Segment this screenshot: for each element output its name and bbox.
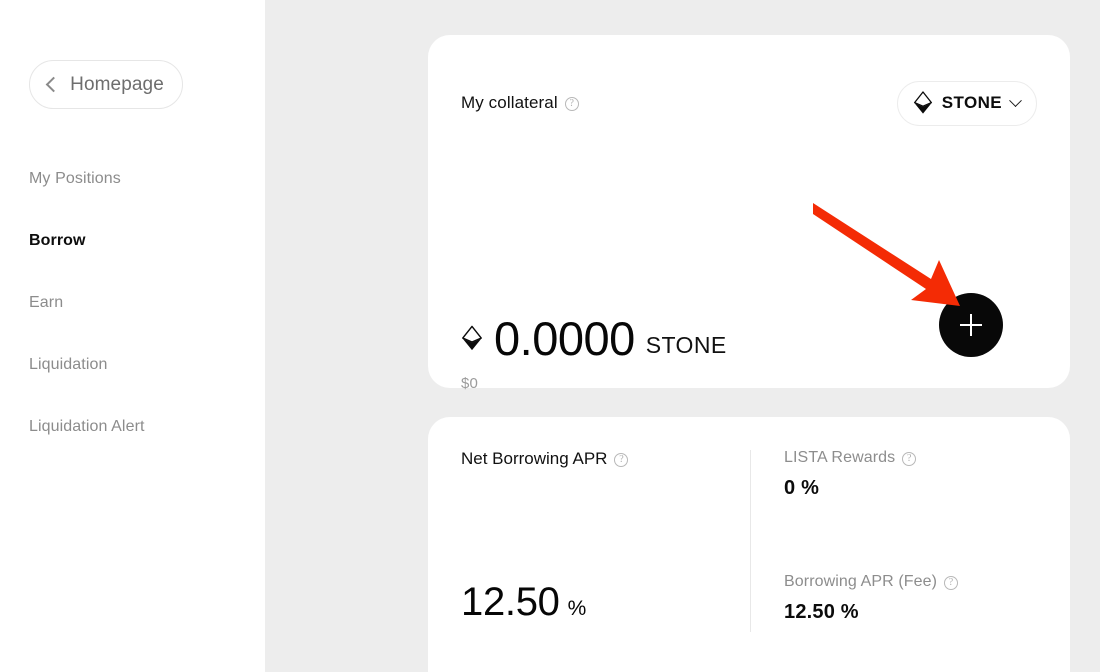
- stone-diamond-icon: [461, 325, 483, 352]
- token-selector-dropdown[interactable]: STONE: [897, 81, 1037, 126]
- net-borrowing-apr-unit: %: [568, 598, 587, 619]
- sidebar-item-liquidation[interactable]: Liquidation: [29, 334, 239, 396]
- page-title: My collateral: [461, 93, 558, 113]
- lista-rewards-label-group: LISTA Rewards ?: [784, 449, 916, 467]
- sidebar-item-label: Borrow: [29, 232, 86, 250]
- collateral-fiat-value: $0: [461, 375, 727, 392]
- net-borrowing-apr-value: 12.50: [461, 582, 560, 622]
- help-icon[interactable]: ?: [565, 97, 579, 111]
- main-content: My collateral ? STONE 0.0000 STONE: [265, 0, 1100, 672]
- help-icon[interactable]: ?: [902, 452, 916, 466]
- collateral-balance-row: 0.0000 STONE: [461, 315, 727, 362]
- collateral-title-group: My collateral ?: [461, 93, 579, 113]
- stone-diamond-icon: [913, 91, 933, 115]
- collateral-amount-value: 0.0000: [494, 315, 635, 362]
- sidebar-item-earn[interactable]: Earn: [29, 272, 239, 334]
- collateral-amount-symbol: STONE: [646, 332, 727, 359]
- homepage-back-label: Homepage: [70, 75, 164, 94]
- sidebar-item-liquidation-alert[interactable]: Liquidation Alert: [29, 396, 239, 458]
- homepage-back-button[interactable]: Homepage: [29, 60, 183, 109]
- collateral-balance-block: 0.0000 STONE $0: [461, 315, 727, 392]
- net-borrowing-apr-label-group: Net Borrowing APR ?: [461, 449, 628, 469]
- my-collateral-card: My collateral ? STONE 0.0000 STONE: [428, 35, 1070, 388]
- add-collateral-button[interactable]: [939, 293, 1003, 357]
- sidebar: Homepage My Positions Borrow Earn Liquid…: [0, 0, 265, 672]
- borrowing-apr-fee-label: Borrowing APR (Fee): [784, 573, 937, 591]
- sidebar-nav: My Positions Borrow Earn Liquidation Liq…: [29, 148, 239, 458]
- collateral-card-header: My collateral ? STONE: [461, 78, 1037, 128]
- sidebar-item-borrow[interactable]: Borrow: [29, 210, 239, 272]
- chevron-left-icon: [46, 77, 62, 93]
- net-borrowing-apr-value-group: 12.50 %: [461, 582, 586, 622]
- borrowing-apr-fee-value: 12.50 %: [784, 601, 958, 624]
- sidebar-item-label: Liquidation: [29, 356, 108, 374]
- sidebar-item-label: Liquidation Alert: [29, 418, 145, 436]
- sidebar-item-my-positions[interactable]: My Positions: [29, 148, 239, 210]
- help-icon[interactable]: ?: [614, 453, 628, 467]
- borrowing-apr-card: Net Borrowing APR ? 12.50 % LISTA Reward…: [428, 417, 1070, 672]
- lista-rewards-block: LISTA Rewards ? 0 %: [784, 449, 916, 500]
- chevron-down-icon: [1009, 94, 1022, 107]
- sidebar-item-label: Earn: [29, 294, 63, 312]
- net-borrowing-apr-label: Net Borrowing APR: [461, 449, 607, 469]
- borrowing-apr-fee-label-group: Borrowing APR (Fee) ?: [784, 573, 958, 591]
- lista-rewards-label: LISTA Rewards: [784, 449, 895, 467]
- lista-rewards-value: 0 %: [784, 477, 916, 500]
- sidebar-item-label: My Positions: [29, 170, 121, 188]
- help-icon[interactable]: ?: [944, 576, 958, 590]
- selected-token-label: STONE: [942, 93, 1002, 113]
- borrowing-apr-fee-block: Borrowing APR (Fee) ? 12.50 %: [784, 573, 958, 624]
- vertical-divider: [750, 450, 751, 632]
